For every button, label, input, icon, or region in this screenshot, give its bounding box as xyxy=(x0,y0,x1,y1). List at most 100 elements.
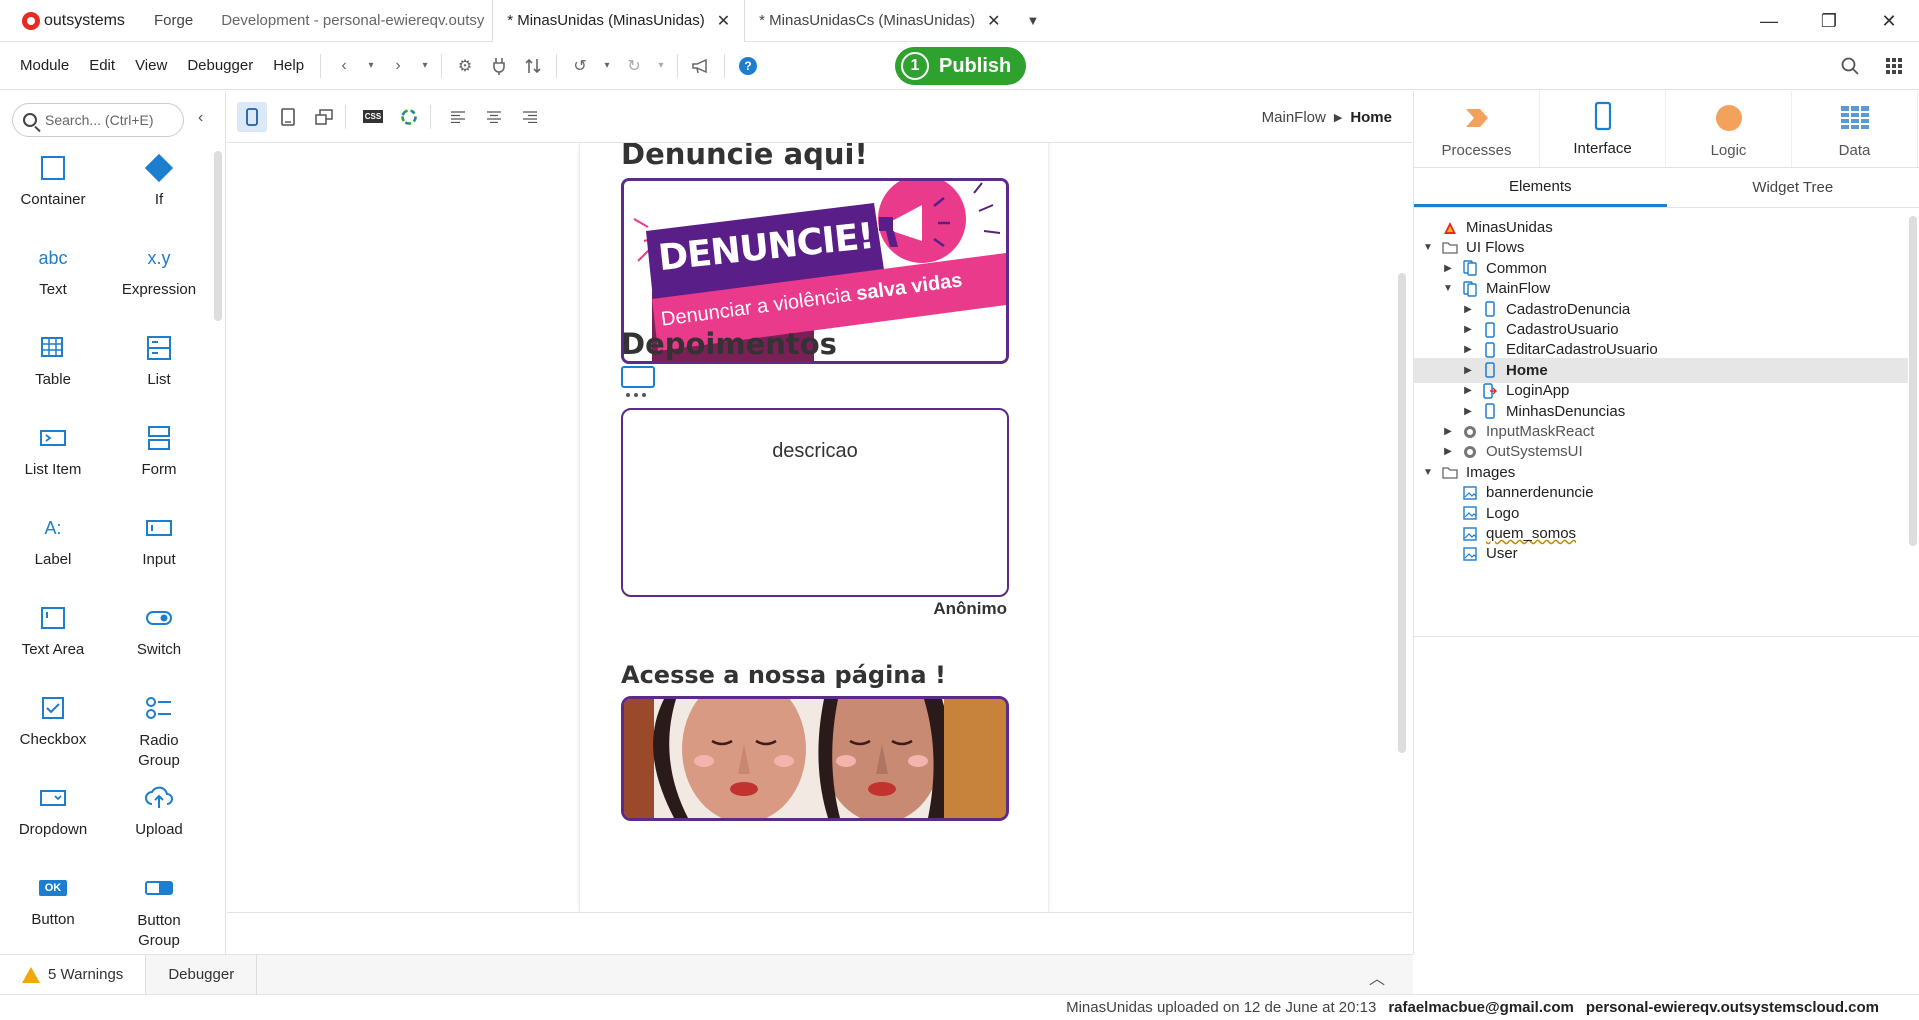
widget-dropdown[interactable]: Dropdown xyxy=(0,781,106,838)
back-history-dropdown-icon[interactable]: ▾ xyxy=(361,49,381,83)
close-window-button[interactable]: ✕ xyxy=(1859,0,1919,42)
settings-gear-icon[interactable]: ⚙ xyxy=(448,49,482,83)
collapse-panel-icon[interactable]: ‹ xyxy=(198,109,203,127)
collapse-arrow-icon[interactable]: ▼ xyxy=(1422,242,1434,253)
widget-container[interactable]: Container xyxy=(0,151,106,208)
denuncie-heading[interactable]: Denuncie aqui! xyxy=(621,143,868,171)
tab-minasunidas[interactable]: * MinasUnidas (MinasUnidas) ✕ xyxy=(492,0,746,42)
list-placeholder-icon[interactable] xyxy=(620,365,656,404)
plug-icon[interactable] xyxy=(482,49,516,83)
align-center-icon[interactable] xyxy=(479,102,509,132)
subtab-widget-tree[interactable]: Widget Tree xyxy=(1667,168,1919,207)
tab-list-dropdown-icon[interactable]: ▼ xyxy=(1014,13,1051,28)
widget-button[interactable]: OK Button xyxy=(0,871,106,928)
css-icon[interactable]: CSS xyxy=(358,102,388,132)
forward-history-dropdown-icon[interactable]: ▾ xyxy=(415,49,435,83)
undo-icon[interactable]: ↺ xyxy=(563,49,597,83)
megaphone-icon[interactable] xyxy=(684,49,718,83)
publish-label: Publish xyxy=(939,54,1012,77)
phone-preview-icon[interactable] xyxy=(237,101,267,132)
tab-interface[interactable]: Interface xyxy=(1540,91,1666,167)
restore-button[interactable]: ❐ xyxy=(1799,0,1859,42)
expand-arrow-icon[interactable]: ▶ xyxy=(1442,263,1454,274)
expand-arrow-icon[interactable]: ▶ xyxy=(1462,304,1474,315)
expand-arrow-icon[interactable]: ▶ xyxy=(1462,344,1474,355)
apps-grid-icon[interactable] xyxy=(1877,49,1911,83)
debugger-tab[interactable]: Debugger xyxy=(146,954,258,995)
widget-text-area[interactable]: Text Area xyxy=(0,601,106,658)
menu-edit[interactable]: Edit xyxy=(79,57,125,74)
expand-arrow-icon[interactable]: ▶ xyxy=(1442,446,1454,457)
widget-list-item[interactable]: List Item xyxy=(0,421,106,478)
expand-arrow-icon[interactable]: ▶ xyxy=(1442,426,1454,437)
widget-label: Switch xyxy=(136,641,182,658)
align-left-icon[interactable] xyxy=(443,102,473,132)
tab-processes[interactable]: Processes xyxy=(1414,91,1540,167)
align-right-icon[interactable] xyxy=(515,102,545,132)
collapse-arrow-icon[interactable]: ▼ xyxy=(1442,283,1454,294)
widget-input[interactable]: Input xyxy=(106,511,212,568)
quem-somos-image[interactable] xyxy=(621,696,1009,821)
menu-help[interactable]: Help xyxy=(263,57,314,74)
widget-upload[interactable]: Upload xyxy=(106,781,212,838)
widget-table[interactable]: Table xyxy=(0,331,106,388)
expand-arrow-icon[interactable]: ▶ xyxy=(1462,406,1474,417)
tree-item-user[interactable]: User xyxy=(1414,541,1908,566)
minimize-button[interactable]: — xyxy=(1739,0,1799,42)
image-icon xyxy=(1462,485,1478,501)
publish-button[interactable]: 1 Publish xyxy=(895,47,1026,85)
expand-panel-icon[interactable]: ︿ xyxy=(1369,965,1385,989)
tab-development[interactable]: Development - personal-ewiereqv.outsy xyxy=(207,0,492,42)
menu-debugger[interactable]: Debugger xyxy=(177,57,263,74)
tree-scrollbar[interactable] xyxy=(1909,216,1917,546)
design-canvas[interactable]: Denuncie aqui! DENUNCIE! Denunciar a vio… xyxy=(227,143,1412,912)
widget-radio-group[interactable]: Radio Group xyxy=(106,691,212,771)
merge-icon[interactable] xyxy=(516,49,550,83)
widget-list[interactable]: List xyxy=(106,331,212,388)
tab-logic[interactable]: Logic xyxy=(1666,91,1792,167)
depoimentos-heading[interactable]: Depoimentos xyxy=(621,327,837,361)
acesse-heading[interactable]: Acesse a nossa página ! xyxy=(621,661,946,689)
menu-view[interactable]: View xyxy=(125,57,177,74)
widget-expression[interactable]: x.y Expression xyxy=(106,241,212,299)
expand-arrow-icon[interactable]: ▶ xyxy=(1462,324,1474,335)
widget-if[interactable]: If xyxy=(106,151,212,208)
screen-preview[interactable]: Denuncie aqui! DENUNCIE! Denunciar a vio… xyxy=(579,143,1049,912)
search-icon[interactable] xyxy=(1833,49,1867,83)
forward-icon[interactable]: › xyxy=(381,49,415,83)
redo-dropdown-icon[interactable]: ▾ xyxy=(651,49,671,83)
testimonial-card[interactable]: descricao xyxy=(621,408,1009,597)
theme-palette-icon[interactable] xyxy=(394,102,424,132)
tab-minasunidascs[interactable]: * MinasUnidasCs (MinasUnidas) ✕ xyxy=(745,0,1014,42)
toolbox-search-input[interactable]: Search... (Ctrl+E) xyxy=(12,103,184,137)
canvas-scrollbar[interactable] xyxy=(1398,273,1406,753)
widget-text[interactable]: abc Text xyxy=(0,241,106,299)
testimonial-text[interactable]: descricao xyxy=(623,440,1007,463)
outsystems-logo[interactable]: outsystems xyxy=(0,11,140,30)
help-icon[interactable]: ? xyxy=(731,49,765,83)
redo-icon[interactable]: ↻ xyxy=(617,49,651,83)
expand-arrow-icon[interactable]: ▶ xyxy=(1462,365,1474,376)
widget-button-group[interactable]: Button Group xyxy=(106,871,212,951)
subtab-elements[interactable]: Elements xyxy=(1414,168,1667,207)
warnings-tab[interactable]: 5 Warnings xyxy=(0,954,147,995)
tab-data[interactable]: Data xyxy=(1792,91,1918,167)
widget-label[interactable]: A: Label xyxy=(0,511,106,569)
expand-arrow-icon[interactable]: ▶ xyxy=(1462,385,1474,396)
collapse-arrow-icon[interactable]: ▼ xyxy=(1422,467,1434,478)
toolbox-scrollbar[interactable] xyxy=(214,151,222,321)
breadcrumb-parent[interactable]: MainFlow xyxy=(1262,109,1326,126)
close-tab-icon[interactable]: ✕ xyxy=(717,11,730,31)
widget-checkbox[interactable]: Checkbox xyxy=(0,691,106,748)
close-tab-icon[interactable]: ✕ xyxy=(987,11,1000,31)
tablet-preview-icon[interactable] xyxy=(273,102,303,132)
back-icon[interactable]: ‹ xyxy=(327,49,361,83)
testimonial-author[interactable]: Anônimo xyxy=(933,599,1007,619)
widget-label: Upload xyxy=(135,821,183,838)
widget-switch[interactable]: Switch xyxy=(106,601,212,658)
widget-form[interactable]: Form xyxy=(106,421,212,478)
undo-dropdown-icon[interactable]: ▾ xyxy=(597,49,617,83)
rotate-preview-icon[interactable] xyxy=(309,102,339,132)
menu-module[interactable]: Module xyxy=(0,57,79,74)
tab-forge[interactable]: Forge xyxy=(140,0,207,42)
